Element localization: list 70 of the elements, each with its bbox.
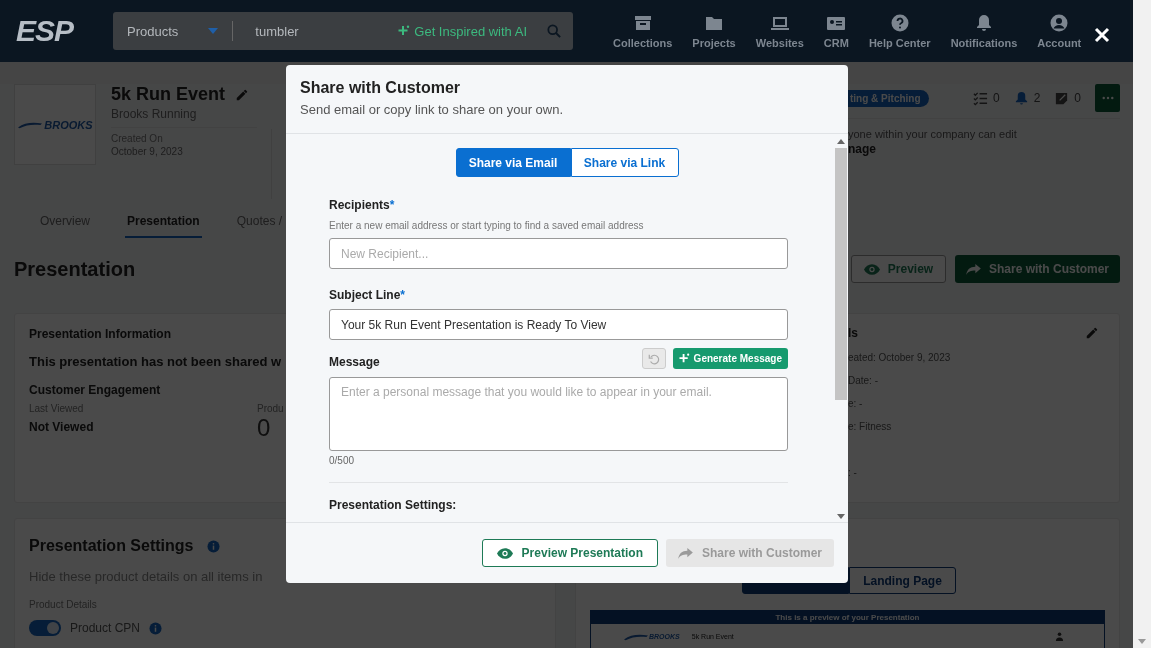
share-arrow-icon — [966, 263, 981, 275]
project-title: 5k Run Event — [111, 84, 226, 105]
nav-item[interactable]: Websites — [745, 13, 814, 49]
logo[interactable]: ESP — [16, 14, 74, 48]
archive-box-icon — [632, 13, 653, 33]
nav-item[interactable]: Help Center — [858, 13, 941, 49]
card-title: ls — [848, 326, 858, 340]
share-status: This presentation has not been shared w — [29, 354, 282, 369]
engagement-title: Customer Engagement — [29, 383, 161, 397]
close-icon — [1094, 27, 1110, 43]
brand-text: BROOKS — [44, 118, 93, 131]
undo-icon — [647, 352, 660, 365]
field-label: Subject Line* — [329, 288, 405, 302]
help-icon — [889, 13, 910, 33]
message-field[interactable]: Enter a personal message that you would like to appear in your email. — [329, 377, 788, 451]
swoosh-icon — [623, 632, 649, 641]
recipient-field[interactable]: New Recipient... — [329, 238, 788, 269]
scroll-up-icon[interactable] — [837, 139, 845, 144]
scroll-down-icon[interactable] — [1138, 639, 1146, 644]
info-icon[interactable] — [149, 621, 163, 635]
info-icon[interactable] — [207, 539, 221, 553]
field-hint: Enter a new email address or start typing to find a saved email address — [329, 220, 644, 231]
field-label: Recipients* — [329, 198, 395, 212]
scrollbar[interactable] — [1133, 0, 1151, 648]
ellipsis-icon — [1101, 96, 1114, 100]
nav-item[interactable]: Account — [1027, 13, 1092, 49]
search-icon[interactable] — [547, 24, 562, 38]
dialog-subtitle: Send email or copy link to share on your own. — [300, 102, 564, 117]
more-button[interactable] — [1095, 84, 1120, 112]
edit-icon[interactable] — [1085, 326, 1099, 340]
settings-title: Presentation Settings — [29, 537, 194, 555]
preview-presentation-button[interactable]: Preview Presentation — [481, 539, 658, 567]
page-title: Presentation — [14, 257, 136, 281]
character-counter: 0/500 — [329, 455, 355, 466]
checklist-icon — [972, 90, 988, 106]
subject-field[interactable]: Your 5k Run Event Presentation is Ready To View — [329, 309, 788, 340]
eye-icon — [496, 547, 513, 559]
generate-message-button[interactable]: Generate Message — [672, 348, 788, 369]
nav-item[interactable]: CRM — [813, 13, 859, 49]
ai-inspire-button[interactable]: Get Inspired with AI — [398, 23, 528, 39]
nav-item[interactable]: Notifications — [940, 13, 1028, 49]
presenter-icon — [1055, 632, 1064, 641]
share-mode-tab[interactable]: Share via Link — [570, 148, 679, 177]
sparkle-icon — [398, 25, 411, 37]
undo-button[interactable] — [641, 348, 666, 369]
stage-badge: ting & Pitching — [848, 89, 929, 107]
share-mode-tab[interactable]: Share via Email — [455, 148, 571, 177]
preview-banner: This is a preview of your Presentation — [591, 611, 1104, 624]
eye-icon — [863, 263, 880, 275]
nav-item[interactable]: Collections — [613, 13, 683, 49]
nav-item[interactable]: Projects — [682, 13, 746, 49]
caret-icon — [208, 28, 219, 34]
note-icon — [1054, 90, 1070, 106]
card-title: Presentation Information — [29, 327, 171, 341]
products-count: 0 — [257, 414, 271, 442]
user-icon — [1049, 13, 1070, 33]
bell-icon — [1013, 90, 1029, 106]
edit-icon[interactable] — [235, 87, 250, 102]
sparkle-icon — [678, 353, 690, 364]
last-viewed-value: Not Viewed — [29, 420, 94, 434]
category-dropdown[interactable]: Products — [127, 21, 234, 41]
swoosh-icon — [17, 120, 44, 129]
detail-text: : - — [848, 467, 857, 478]
permission-value: nage — [848, 142, 876, 156]
search-field[interactable]: tumbler — [253, 22, 368, 40]
section-label: Presentation Settings: — [329, 498, 457, 512]
toggle-switch[interactable] — [29, 620, 61, 636]
field-label: Message — [329, 355, 380, 369]
share-arrow-icon — [678, 547, 693, 559]
dialog-title: Share with Customer — [300, 79, 461, 97]
